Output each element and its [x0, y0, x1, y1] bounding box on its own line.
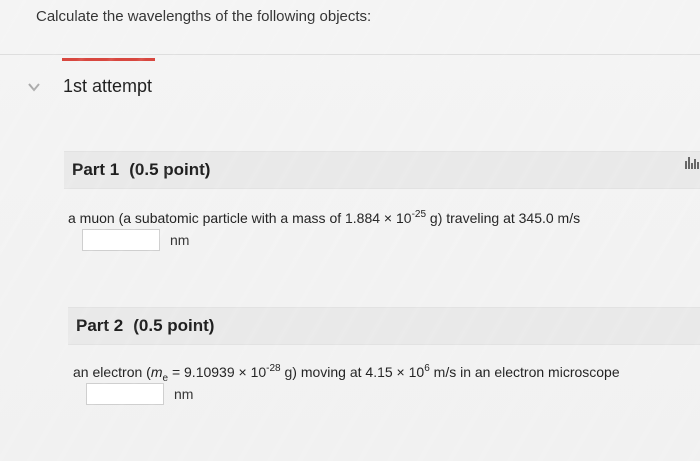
page: Calculate the wavelengths of the followi…	[0, 0, 700, 461]
part-2-exponent-mass: -28	[266, 363, 281, 374]
part-2-unit: nm	[174, 386, 194, 402]
mass-symbol: m	[150, 364, 163, 380]
part-1-label: Part 1	[72, 160, 120, 179]
part-2-question: an electron (me = 9.10939 × 10-28 g) mov…	[73, 363, 620, 384]
part-1-points: (0.5 point)	[129, 160, 211, 179]
divider	[0, 54, 700, 55]
part-2-label: Part 2	[76, 316, 124, 335]
part-2-title: Part 2 (0.5 point)	[76, 316, 214, 336]
part-2-answer-input[interactable]	[86, 383, 164, 405]
part-1-header: Part 1 (0.5 point)	[64, 151, 700, 189]
part-1-question: a muon (a subatomic particle with a mass…	[68, 209, 580, 226]
part-2-question-start: an electron (	[73, 364, 151, 380]
attempt-label[interactable]: 1st attempt	[63, 76, 152, 97]
part-1-answer-input[interactable]	[82, 229, 160, 251]
part-2-question-mid: = 9.10939 × 10	[168, 364, 267, 380]
chevron-down-icon[interactable]	[27, 80, 41, 94]
part-2-question-mid2: g) moving at 4.15 × 10	[280, 364, 425, 380]
part-1-unit: nm	[170, 232, 190, 248]
question-prompt: Calculate the wavelengths of the followi…	[36, 8, 372, 25]
part-2-header: Part 2 (0.5 point)	[68, 307, 700, 345]
attempt-tab-indicator	[62, 58, 155, 61]
part-2-points: (0.5 point)	[133, 316, 215, 335]
bar-chart-icon[interactable]	[684, 154, 700, 170]
part-2-question-end: m/s in an electron microscope	[429, 364, 620, 380]
part-1-question-text: a muon (a subatomic particle with a mass…	[68, 210, 412, 226]
part-1-question-tail: g) traveling at 345.0 m/s	[426, 210, 581, 226]
part-1-exponent: -25	[411, 209, 427, 220]
part-1-title: Part 1 (0.5 point)	[72, 160, 210, 180]
